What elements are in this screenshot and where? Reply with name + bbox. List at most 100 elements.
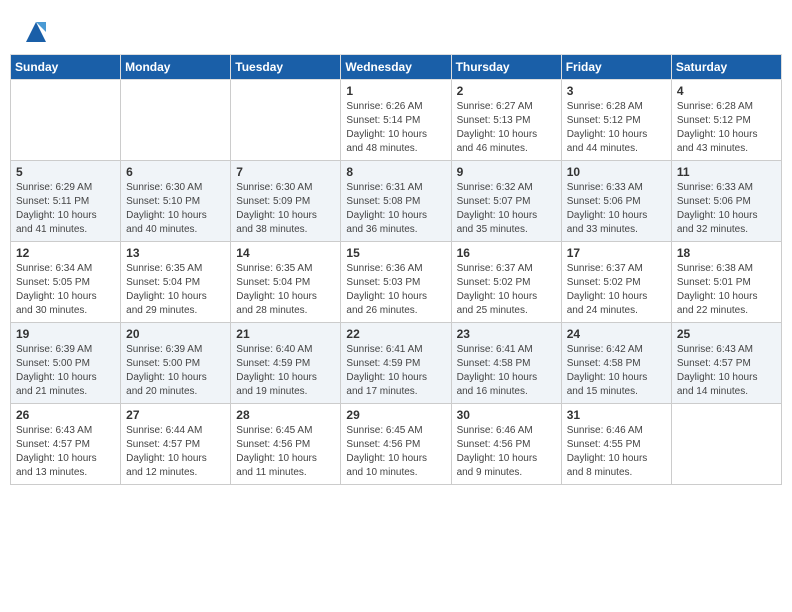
calendar-cell: 13Sunrise: 6:35 AM Sunset: 5:04 PM Dayli… bbox=[121, 242, 231, 323]
day-number: 12 bbox=[16, 246, 115, 260]
day-info: Sunrise: 6:38 AM Sunset: 5:01 PM Dayligh… bbox=[677, 262, 776, 318]
day-number: 17 bbox=[567, 246, 666, 260]
calendar-cell: 23 Sunrise: 6:41 AM Sunset: 4:58 PM Dayli… bbox=[451, 323, 561, 404]
calendar-week-row: 26 Sunrise: 6:43 AM Sunset: 4:57 PM Dayli… bbox=[11, 404, 782, 485]
day-info: Sunrise: 6:37 AM Sunset: 5:02 PM Dayligh… bbox=[567, 262, 666, 318]
day-number: 5 bbox=[16, 165, 115, 179]
day-info: Sunrise: 6:41 AM Sunset: 4:59 PM Dayligh… bbox=[346, 343, 445, 399]
day-info: Sunrise: 6:30 AM Sunset: 5:09 PM Dayligh… bbox=[236, 181, 335, 237]
day-info: Sunrise: 6:43 AM Sunset: 4:57 PM Dayligh… bbox=[16, 424, 115, 480]
day-number: 24 bbox=[567, 327, 666, 341]
day-number: 18 bbox=[677, 246, 776, 260]
calendar-cell: 1 Sunrise: 6:26 AM Sunset: 5:14 PM Daylig… bbox=[341, 80, 451, 161]
calendar-cell: 16 Sunrise: 6:37 AM Sunset: 5:02 PM Dayli… bbox=[451, 242, 561, 323]
day-number: 1 bbox=[346, 84, 445, 98]
day-info: Sunrise: 6:30 AM Sunset: 5:10 PM Dayligh… bbox=[126, 181, 225, 237]
day-number: 19 bbox=[16, 327, 115, 341]
day-info: Sunrise: 6:34 AM Sunset: 5:05 PM Dayligh… bbox=[16, 262, 115, 318]
calendar-cell: 19 Sunrise: 6:39 AM Sunset: 5:00 PM Dayli… bbox=[11, 323, 121, 404]
day-number: 9 bbox=[457, 165, 556, 179]
day-info: Sunrise: 6:28 AM Sunset: 5:12 PM Dayligh… bbox=[677, 100, 776, 156]
weekday-header-saturday: Saturday bbox=[671, 55, 781, 80]
calendar-cell: 10 Sunrise: 6:33 AM Sunset: 5:06 PM Dayli… bbox=[561, 161, 671, 242]
day-info: Sunrise: 6:35 AM Sunset: 5:04 PM Dayligh… bbox=[236, 262, 335, 318]
calendar-cell: 4 Sunrise: 6:28 AM Sunset: 5:12 PM Daylig… bbox=[671, 80, 781, 161]
day-number: 23 bbox=[457, 327, 556, 341]
calendar-cell: 14 Sunrise: 6:35 AM Sunset: 5:04 PM Dayli… bbox=[231, 242, 341, 323]
day-number: 4 bbox=[677, 84, 776, 98]
day-number: 6 bbox=[126, 165, 225, 179]
calendar-week-row: 12 Sunrise: 6:34 AM Sunset: 5:05 PM Dayli… bbox=[11, 242, 782, 323]
day-number: 31 bbox=[567, 408, 666, 422]
day-info: Sunrise: 6:43 AM Sunset: 4:57 PM Dayligh… bbox=[677, 343, 776, 399]
day-info: Sunrise: 6:45 AM Sunset: 4:56 PM Dayligh… bbox=[236, 424, 335, 480]
day-info: Sunrise: 6:33 AM Sunset: 5:06 PM Dayligh… bbox=[677, 181, 776, 237]
calendar-cell: 30 Sunrise: 6:46 AM Sunset: 4:56 PM Dayli… bbox=[451, 404, 561, 485]
day-number: 13 bbox=[126, 246, 225, 260]
calendar-cell: 28 Sunrise: 6:45 AM Sunset: 4:56 PM Dayli… bbox=[231, 404, 341, 485]
day-info: Sunrise: 6:31 AM Sunset: 5:08 PM Dayligh… bbox=[346, 181, 445, 237]
weekday-header-tuesday: Tuesday bbox=[231, 55, 341, 80]
calendar-cell bbox=[11, 80, 121, 161]
calendar-cell: 27Sunrise: 6:44 AM Sunset: 4:57 PM Dayli… bbox=[121, 404, 231, 485]
day-number: 10 bbox=[567, 165, 666, 179]
day-number: 30 bbox=[457, 408, 556, 422]
day-info: Sunrise: 6:45 AM Sunset: 4:56 PM Dayligh… bbox=[346, 424, 445, 480]
day-info: Sunrise: 6:32 AM Sunset: 5:07 PM Dayligh… bbox=[457, 181, 556, 237]
calendar-cell bbox=[671, 404, 781, 485]
day-number: 20 bbox=[126, 327, 225, 341]
calendar-cell: 24Sunrise: 6:42 AM Sunset: 4:58 PM Dayli… bbox=[561, 323, 671, 404]
day-info: Sunrise: 6:39 AM Sunset: 5:00 PM Dayligh… bbox=[16, 343, 115, 399]
day-number: 16 bbox=[457, 246, 556, 260]
calendar-cell: 11 Sunrise: 6:33 AM Sunset: 5:06 PM Dayli… bbox=[671, 161, 781, 242]
day-info: Sunrise: 6:41 AM Sunset: 4:58 PM Dayligh… bbox=[457, 343, 556, 399]
day-number: 21 bbox=[236, 327, 335, 341]
calendar-cell: 2Sunrise: 6:27 AM Sunset: 5:13 PM Daylig… bbox=[451, 80, 561, 161]
day-info: Sunrise: 6:46 AM Sunset: 4:55 PM Dayligh… bbox=[567, 424, 666, 480]
weekday-header-wednesday: Wednesday bbox=[341, 55, 451, 80]
calendar-cell: 22 Sunrise: 6:41 AM Sunset: 4:59 PM Dayli… bbox=[341, 323, 451, 404]
calendar-week-row: 5 Sunrise: 6:29 AM Sunset: 5:11 PM Daylig… bbox=[11, 161, 782, 242]
calendar-cell: 26 Sunrise: 6:43 AM Sunset: 4:57 PM Dayli… bbox=[11, 404, 121, 485]
logo bbox=[20, 18, 50, 46]
calendar-cell: 21 Sunrise: 6:40 AM Sunset: 4:59 PM Dayli… bbox=[231, 323, 341, 404]
day-number: 14 bbox=[236, 246, 335, 260]
day-info: Sunrise: 6:39 AM Sunset: 5:00 PM Dayligh… bbox=[126, 343, 225, 399]
weekday-header-thursday: Thursday bbox=[451, 55, 561, 80]
calendar-cell: 12 Sunrise: 6:34 AM Sunset: 5:05 PM Dayli… bbox=[11, 242, 121, 323]
day-number: 29 bbox=[346, 408, 445, 422]
calendar-table: SundayMondayTuesdayWednesdayThursdayFrid… bbox=[10, 54, 782, 485]
calendar-cell: 29 Sunrise: 6:45 AM Sunset: 4:56 PM Dayli… bbox=[341, 404, 451, 485]
calendar-cell: 8 Sunrise: 6:31 AM Sunset: 5:08 PM Daylig… bbox=[341, 161, 451, 242]
calendar-cell: 17 Sunrise: 6:37 AM Sunset: 5:02 PM Dayli… bbox=[561, 242, 671, 323]
day-info: Sunrise: 6:26 AM Sunset: 5:14 PM Dayligh… bbox=[346, 100, 445, 156]
weekday-header-sunday: Sunday bbox=[11, 55, 121, 80]
day-number: 28 bbox=[236, 408, 335, 422]
calendar-week-row: 19 Sunrise: 6:39 AM Sunset: 5:00 PM Dayli… bbox=[11, 323, 782, 404]
day-number: 26 bbox=[16, 408, 115, 422]
day-number: 25 bbox=[677, 327, 776, 341]
day-info: Sunrise: 6:40 AM Sunset: 4:59 PM Dayligh… bbox=[236, 343, 335, 399]
day-number: 22 bbox=[346, 327, 445, 341]
calendar-cell: 6 Sunrise: 6:30 AM Sunset: 5:10 PM Daylig… bbox=[121, 161, 231, 242]
day-number: 15 bbox=[346, 246, 445, 260]
weekday-header-friday: Friday bbox=[561, 55, 671, 80]
weekday-header-monday: Monday bbox=[121, 55, 231, 80]
page-header bbox=[10, 10, 782, 50]
calendar-cell: 3Sunrise: 6:28 AM Sunset: 5:12 PM Daylig… bbox=[561, 80, 671, 161]
day-info: Sunrise: 6:36 AM Sunset: 5:03 PM Dayligh… bbox=[346, 262, 445, 318]
calendar-cell: 20 Sunrise: 6:39 AM Sunset: 5:00 PM Dayli… bbox=[121, 323, 231, 404]
day-info: Sunrise: 6:46 AM Sunset: 4:56 PM Dayligh… bbox=[457, 424, 556, 480]
weekday-header-row: SundayMondayTuesdayWednesdayThursdayFrid… bbox=[11, 55, 782, 80]
calendar-cell: 18 Sunrise: 6:38 AM Sunset: 5:01 PM Dayli… bbox=[671, 242, 781, 323]
day-info: Sunrise: 6:33 AM Sunset: 5:06 PM Dayligh… bbox=[567, 181, 666, 237]
calendar-cell: 31 Sunrise: 6:46 AM Sunset: 4:55 PM Dayli… bbox=[561, 404, 671, 485]
day-number: 11 bbox=[677, 165, 776, 179]
day-number: 27 bbox=[126, 408, 225, 422]
calendar-cell: 15 Sunrise: 6:36 AM Sunset: 5:03 PM Dayli… bbox=[341, 242, 451, 323]
day-info: Sunrise: 6:27 AM Sunset: 5:13 PM Dayligh… bbox=[457, 100, 556, 156]
calendar-cell bbox=[231, 80, 341, 161]
day-info: Sunrise: 6:37 AM Sunset: 5:02 PM Dayligh… bbox=[457, 262, 556, 318]
day-number: 8 bbox=[346, 165, 445, 179]
day-info: Sunrise: 6:29 AM Sunset: 5:11 PM Dayligh… bbox=[16, 181, 115, 237]
